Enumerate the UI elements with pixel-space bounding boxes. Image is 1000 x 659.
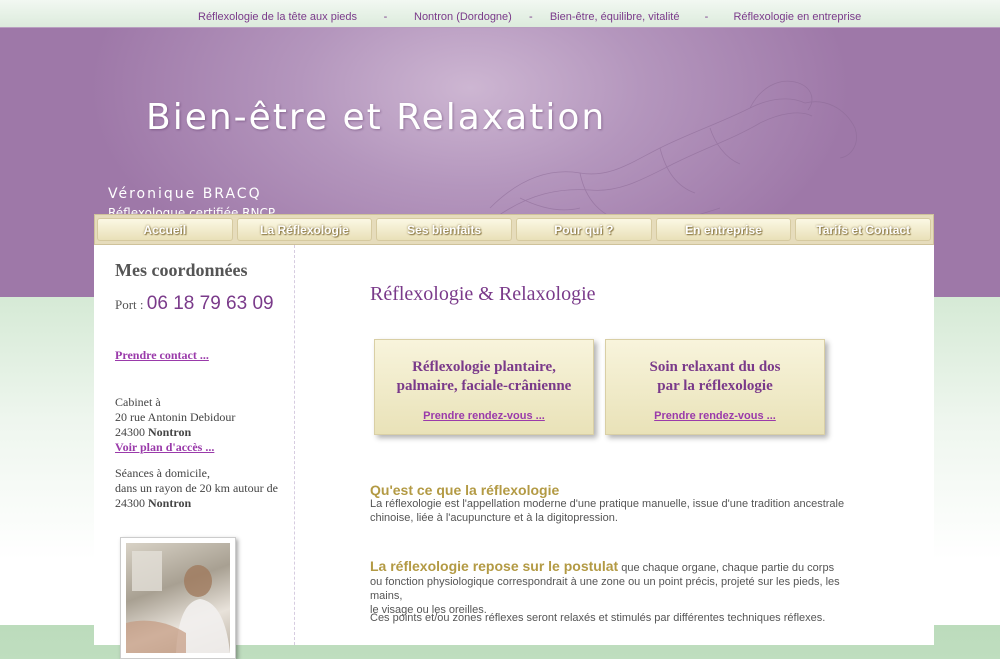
- home-sessions: Séances à domicile, dans un rayon de 20 …: [115, 466, 278, 511]
- menu-item-en-entreprise[interactable]: En entreprise: [655, 218, 792, 241]
- card-reflexologie: Réflexologie plantaire, palmaire, facial…: [374, 339, 594, 435]
- section-text: que chaque organe, chaque partie du corp…: [618, 562, 835, 574]
- address-city: Nontron: [148, 425, 192, 439]
- topnav-link-reflexologie[interactable]: Réflexologie de la tête aux pieds: [198, 11, 357, 23]
- phone-row: Port : 06 18 79 63 09: [115, 293, 274, 315]
- home-line: Séances à domicile,: [115, 466, 210, 480]
- top-bar: Réflexologie de la tête aux pieds - Nont…: [0, 0, 1000, 28]
- section-postulat: La réflexologie repose sur le postulat q…: [370, 559, 850, 617]
- section-first-line: La réflexologie repose sur le postulat q…: [370, 559, 850, 575]
- sidebar-title: Mes coordonnées: [115, 260, 248, 280]
- topnav-separator: -: [529, 11, 533, 23]
- topnav-link-nontron[interactable]: Nontron (Dordogne): [414, 11, 512, 23]
- main-title: Réflexologie & Relaxologie: [370, 283, 596, 305]
- site-title: Bien-être et Relaxation: [146, 97, 607, 138]
- card-title: Réflexologie plantaire, palmaire, facial…: [375, 358, 593, 396]
- card-title-line: palmaire, faciale-crânienne: [396, 378, 572, 394]
- home-city-line: 24300 Nontron: [115, 496, 278, 511]
- topnav-separator: -: [383, 11, 388, 23]
- contact-sidebar: Mes coordonnées Port : 06 18 79 63 09 Pr…: [94, 245, 295, 659]
- home-postcode: 24300: [115, 496, 145, 510]
- port-label: Port :: [115, 297, 144, 312]
- card-soin-dos: Soin relaxant du dos par la réflexologie…: [605, 339, 825, 435]
- section-heading: Qu'est ce que la réflexologie: [370, 482, 560, 498]
- main-content: Réflexologie & Relaxologie Réflexologie …: [294, 245, 934, 645]
- phone-number[interactable]: 06 18 79 63 09: [147, 293, 274, 314]
- topnav-link-entreprise[interactable]: Réflexologie en entreprise: [733, 11, 861, 23]
- menu-item-pour-qui[interactable]: Pour qui ?: [516, 218, 652, 241]
- practitioner-name: Véronique BRACQ: [108, 186, 262, 202]
- home-city: Nontron: [148, 496, 192, 510]
- cabinet-address: Cabinet à 20 rue Antonin Debidour 24300 …: [115, 395, 235, 455]
- practitioner-photo: [120, 537, 236, 659]
- topnav-link-bien-etre[interactable]: Bien-être, équilibre, vitalité: [550, 11, 680, 23]
- card-rdv-link[interactable]: Prendre rendez-vous ...: [375, 410, 593, 422]
- card-rdv-link[interactable]: Prendre rendez-vous ...: [606, 410, 824, 422]
- section-heading: La réflexologie repose sur le postulat: [370, 558, 619, 574]
- content-area: Mes coordonnées Port : 06 18 79 63 09 Pr…: [94, 245, 934, 659]
- address-city-line: 24300 Nontron: [115, 425, 235, 440]
- card-title: Soin relaxant du dos par la réflexologie: [606, 358, 824, 396]
- map-link[interactable]: Voir plan d'accès ...: [115, 440, 214, 454]
- card-title-line: par la réflexologie: [657, 378, 773, 394]
- menu-item-accueil[interactable]: Accueil: [97, 218, 233, 241]
- photo-illustration: [126, 551, 230, 653]
- section-what-is: Qu'est ce que la réflexologie La réflexo…: [370, 483, 850, 525]
- section-text: La réflexologie est l'appellation modern…: [370, 498, 845, 510]
- menu-item-la-reflexologie[interactable]: La Réflexologie: [236, 218, 373, 241]
- section-text: ou fonction physiologique correspondrait…: [370, 576, 840, 602]
- menu-item-ses-bienfaits[interactable]: Ses bienfaits: [376, 218, 513, 241]
- section-text: Ces points et/ou zones réflexes seront r…: [370, 612, 826, 624]
- contact-link[interactable]: Prendre contact ...: [115, 348, 209, 363]
- menu-item-tarifs-contact[interactable]: Tarifs et Contact: [795, 218, 932, 241]
- top-nav: Réflexologie de la tête aux pieds - Nont…: [198, 10, 861, 24]
- photo-image: [126, 543, 230, 653]
- home-line: dans un rayon de 20 km autour de: [115, 481, 278, 495]
- address-line: Cabinet à: [115, 395, 161, 409]
- main-menu: Accueil La Réflexologie Ses bienfaits Po…: [94, 214, 934, 245]
- address-postcode: 24300: [115, 425, 145, 439]
- topnav-separator: -: [704, 11, 709, 23]
- address-line: 20 rue Antonin Debidour: [115, 410, 236, 424]
- section-points: Ces points et/ou zones réflexes seront r…: [370, 611, 850, 625]
- section-text: chinoise, liée à l'acupuncture et à la d…: [370, 512, 618, 524]
- card-title-line: Réflexologie plantaire,: [412, 359, 556, 375]
- card-title-line: Soin relaxant du dos: [649, 359, 781, 375]
